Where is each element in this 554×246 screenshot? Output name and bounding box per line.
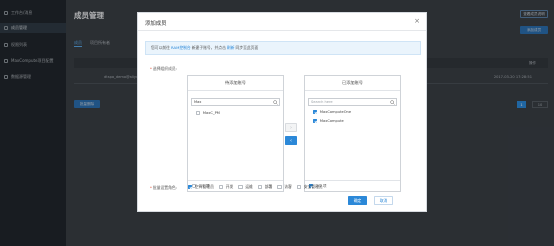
search-icon [389,100,395,105]
checkbox[interactable] [296,184,302,190]
roles-group: 空间管理员 开发 运维 部署 访客 安全管理员 [188,184,323,190]
item-label: MaxC_PM [202,111,220,115]
panel-header: 待添加账号 [188,76,283,91]
chevron-right-icon: › [290,124,292,131]
checkbox[interactable] [196,110,201,116]
info-text-prefix: 您可以前往 [151,45,170,50]
checkbox[interactable] [238,184,243,190]
role-deploy[interactable]: 部署 [257,184,273,190]
role-security-admin[interactable]: 安全管理员 [296,184,323,190]
pending-search-input[interactable]: Max [191,98,280,106]
info-banner: 您可以前往 RAM控制台 新建子账号，并点击 刷新 同步至此页面 [145,41,421,55]
item-label: MaxComputeOne [319,110,352,114]
role-label: 部署 [264,184,273,189]
list-item[interactable]: MaxCompute [313,118,344,124]
close-icon[interactable]: × [414,17,420,25]
panel-header: 已添加账号 [305,76,400,91]
batch-roles-label: *批量设置角色: [150,185,177,190]
info-text-middle: 新建子账号，并点击 [191,45,226,50]
divider [138,30,426,31]
add-member-dialog: 添加成员 × 您可以前往 RAM控制台 新建子账号，并点击 刷新 同步至此页面 … [137,12,427,212]
checkbox[interactable] [313,118,318,124]
search-value: Max [194,100,202,104]
checkbox[interactable] [218,184,224,190]
item-label: MaxCompute [319,119,344,123]
role-ops[interactable]: 运维 [238,184,253,190]
select-members-label: *选择组织成员: [150,66,177,71]
checkbox[interactable] [257,184,263,190]
role-label: 开发 [225,184,234,189]
move-left-button[interactable]: ‹ [285,136,297,145]
list-item[interactable]: MaxC_PM [196,110,220,116]
refresh-link[interactable]: 刷新 [227,45,235,51]
list-item[interactable]: MaxComputeOne [313,109,351,115]
checkbox[interactable] [188,184,193,190]
confirm-button[interactable]: 确定 [348,196,367,205]
pending-accounts-panel: 待添加账号 Max MaxC_PM 1/1 项 [187,75,284,192]
checkbox[interactable] [313,109,318,115]
role-developer[interactable]: 开发 [218,184,234,190]
chevron-left-icon: ‹ [290,137,292,144]
search-placeholder: Search here [311,100,333,104]
info-text-suffix: 同步至此页面 [235,45,259,50]
role-label: 运维 [245,184,253,189]
move-right-button[interactable]: › [285,123,297,132]
role-label: 访客 [284,184,292,189]
role-label: 空间管理员 [194,184,214,189]
cancel-button[interactable]: 取消 [374,196,393,205]
role-label: 安全管理员 [303,184,323,189]
added-accounts-panel: 已添加账号 Search here MaxComputeOne MaxCompu… [304,75,401,192]
role-space-admin[interactable]: 空间管理员 [188,184,214,190]
added-search-input[interactable]: Search here [308,98,397,106]
dialog-title: 添加成员 [145,21,167,27]
role-visitor[interactable]: 访客 [277,184,292,190]
ram-console-link[interactable]: RAM控制台 [171,45,191,51]
checkbox[interactable] [277,184,282,190]
search-icon [272,100,278,105]
